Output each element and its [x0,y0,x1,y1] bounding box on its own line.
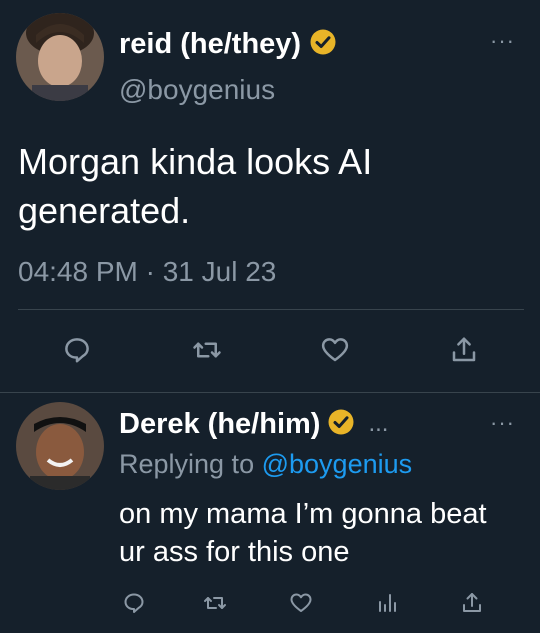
retweet-button[interactable] [187,332,227,368]
more-options-button[interactable]: ··· [490,30,515,52]
more-options-button[interactable]: ··· [490,412,515,434]
display-name[interactable]: Derek (he/him) [119,408,320,441]
share-button[interactable] [457,588,487,618]
name-ellipsis: ... [368,410,389,437]
timestamp[interactable]: 04:48 PM · 31 Jul 23 [18,256,276,288]
avatar[interactable] [16,13,104,101]
like-button[interactable] [286,588,316,618]
like-icon [290,593,312,612]
share-button[interactable] [446,332,482,368]
replying-to: Replying to @boygenius [119,449,412,480]
display-name[interactable]: reid (he/they) [119,28,301,61]
tweet-text: on my mama I’m gonna beat ur ass for thi… [119,498,487,568]
verified-badge-icon [326,407,356,442]
verified-badge-icon [308,27,338,62]
retweet-icon [204,597,226,609]
like-icon [321,338,349,362]
divider [18,309,524,310]
reply-icon [65,338,89,363]
retweet-button[interactable] [198,588,232,618]
divider [0,392,540,393]
share-icon [463,593,481,612]
share-icon [452,337,476,362]
replying-prefix: Replying to [119,449,255,479]
retweet-icon [193,342,221,358]
tweet-text: Morgan kinda looks AI generated. [18,141,373,231]
reply-button[interactable] [119,588,149,618]
like-button[interactable] [317,332,353,368]
handle[interactable]: @boygenius [119,74,275,106]
views-icon [379,594,396,612]
replying-handle-link[interactable]: @boygenius [262,449,413,479]
reply-icon [124,593,144,613]
views-button[interactable] [372,588,402,618]
reply-button[interactable] [59,332,95,368]
avatar[interactable] [16,402,104,490]
